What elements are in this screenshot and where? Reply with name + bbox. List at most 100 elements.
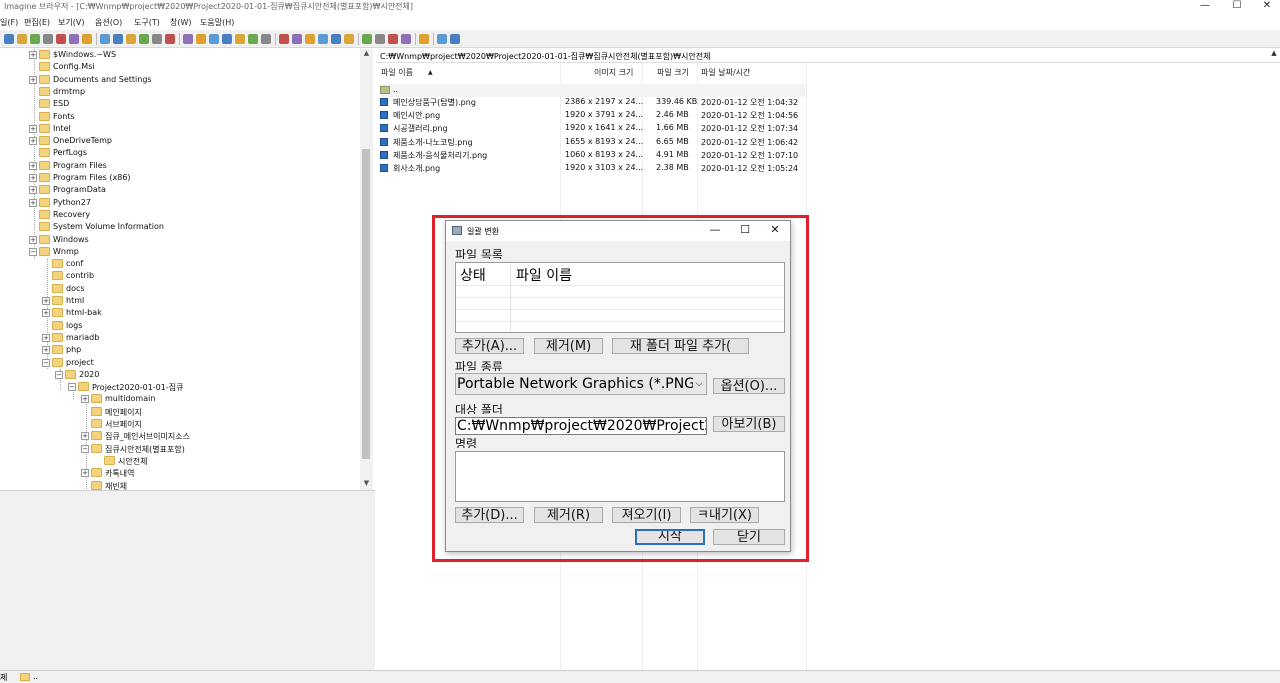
col-header-name[interactable]: 파일 이름: [381, 67, 413, 78]
batch-icon[interactable]: [388, 34, 398, 44]
small-icon[interactable]: [331, 34, 341, 44]
edit-icon[interactable]: [419, 34, 429, 44]
export-command-button[interactable]: ㅋ내기(X): [690, 507, 759, 523]
col-status[interactable]: 상태: [460, 265, 486, 285]
rotate-icon[interactable]: [209, 34, 219, 44]
expand-icon[interactable]: +: [29, 198, 37, 207]
menu-help[interactable]: 도움말(H): [200, 17, 234, 28]
expand-icon[interactable]: +: [29, 75, 37, 84]
details-icon[interactable]: [305, 34, 315, 44]
col-header-dims[interactable]: 이미지 크기: [594, 67, 633, 78]
file-row[interactable]: 메인시안.png 1920 x 3791 x 24... 2.46 MB 2020-0…: [380, 109, 805, 122]
file-row[interactable]: 시공갤러리.png 1920 x 1641 x 24... 1.66 MB 2020-…: [380, 122, 805, 135]
large-icon[interactable]: [318, 34, 328, 44]
view-icon[interactable]: [183, 34, 193, 44]
open-icon[interactable]: [17, 34, 27, 44]
dialog-maximize-button[interactable]: ☐: [732, 223, 758, 236]
file-row[interactable]: 회사소개.png 1920 x 3103 x 24... 2.38 MB 2020-0…: [380, 162, 805, 175]
col-header-date[interactable]: 파일 날짜/시간: [701, 67, 750, 78]
scroll-up-arrow-icon[interactable]: ▲: [360, 49, 373, 57]
tree-scrollbar[interactable]: ▲ ▼: [360, 49, 373, 490]
new-folder-icon[interactable]: [82, 34, 92, 44]
list-icon[interactable]: [235, 34, 245, 44]
collapse-icon[interactable]: −: [81, 444, 89, 453]
expand-icon[interactable]: +: [29, 124, 37, 133]
folder-icon[interactable]: [4, 34, 14, 44]
print-icon[interactable]: [43, 34, 53, 44]
expand-icon[interactable]: +: [42, 309, 50, 318]
file-row[interactable]: 제품소개-나노코팅.png 1655 x 8193 x 24... 6.65 MB 2…: [380, 136, 805, 149]
thumbs-icon[interactable]: [196, 34, 206, 44]
refresh-icon[interactable]: [292, 34, 302, 44]
batch-file-list[interactable]: 상태 파일 이름: [455, 262, 785, 333]
menu-options[interactable]: 옵션(O): [95, 17, 122, 28]
scissors-icon[interactable]: [139, 34, 149, 44]
add-folder-files-button[interactable]: 재 폴더 파일 추가(: [612, 338, 749, 354]
slideshow-icon[interactable]: [69, 34, 79, 44]
expand-icon[interactable]: +: [29, 235, 37, 244]
file-type-select[interactable]: Portable Network Graphics (*.PNG) ⌵: [455, 373, 707, 395]
maximize-button[interactable]: ☐: [1222, 0, 1252, 12]
settings-icon[interactable]: [437, 34, 447, 44]
expand-icon[interactable]: +: [81, 432, 89, 441]
dialog-close-button[interactable]: ✕: [762, 223, 788, 236]
info-icon[interactable]: [56, 34, 66, 44]
minimize-button[interactable]: —: [1190, 0, 1220, 12]
copy2-icon[interactable]: [152, 34, 162, 44]
menu-edit[interactable]: 편집(E): [24, 17, 50, 28]
start-button[interactable]: 시작: [635, 529, 705, 545]
cut-icon[interactable]: [100, 34, 110, 44]
target-folder-input[interactable]: C:₩Wnmp₩project₩2020₩Project2020: [455, 417, 707, 435]
filter-icon[interactable]: [222, 34, 232, 44]
tile-icon[interactable]: [344, 34, 354, 44]
scroll-thumb[interactable]: [362, 149, 370, 459]
menu-window[interactable]: 창(W): [170, 17, 192, 28]
dialog-minimize-button[interactable]: —: [702, 223, 728, 236]
expand-icon[interactable]: +: [42, 297, 50, 305]
browse-button[interactable]: 아보기(B): [713, 416, 785, 432]
add-files-button[interactable]: 추가(A)...: [455, 338, 524, 354]
tools-icon[interactable]: [401, 34, 411, 44]
command-list[interactable]: [455, 451, 785, 502]
grid-icon[interactable]: [248, 34, 258, 44]
file-row[interactable]: 제품소개-음식물처리기.png 1060 x 8193 x 24... 4.91 M…: [380, 149, 805, 162]
path-bar[interactable]: C:₩Wnmp₩project₩2020₩Project2020-01-01-집…: [376, 49, 1280, 63]
scroll-up-arrow-icon[interactable]: ▲: [1268, 49, 1280, 63]
expand-icon[interactable]: +: [29, 186, 37, 195]
expand-icon[interactable]: +: [29, 174, 37, 182]
scroll-down-arrow-icon[interactable]: ▼: [360, 479, 373, 487]
file-row[interactable]: 메인상담품구(탑별).png 2386 x 2197 x 24... 339.46 …: [380, 96, 805, 109]
remove-file-button[interactable]: 제거(M): [534, 338, 603, 354]
remove-command-button[interactable]: 제거(R): [534, 507, 603, 523]
zoom-icon[interactable]: [279, 34, 289, 44]
menu-tools[interactable]: 도구(T): [134, 17, 160, 28]
col-filename[interactable]: 파일 이름: [516, 265, 572, 285]
collapse-icon[interactable]: −: [55, 370, 63, 379]
collapse-icon[interactable]: −: [42, 358, 50, 367]
trash-icon[interactable]: [126, 34, 136, 44]
expand-icon[interactable]: +: [81, 395, 89, 404]
copy-icon[interactable]: [30, 34, 40, 44]
collapse-icon[interactable]: −: [68, 383, 76, 392]
load-command-button[interactable]: 져오기(I): [612, 507, 681, 523]
col-header-size[interactable]: 파일 크기: [657, 67, 689, 78]
collapse-icon[interactable]: −: [29, 247, 37, 256]
expand-icon[interactable]: +: [29, 137, 37, 146]
close-dialog-button[interactable]: 닫기: [713, 529, 785, 545]
options-button[interactable]: 옵션(O)...: [713, 378, 785, 394]
image-icon[interactable]: [261, 34, 271, 44]
paste-icon[interactable]: [165, 34, 175, 44]
expand-icon[interactable]: +: [29, 51, 37, 59]
menu-view[interactable]: 보기(V): [58, 17, 84, 28]
menu-file[interactable]: 일(F): [0, 17, 18, 28]
expand-icon[interactable]: +: [29, 161, 37, 170]
convert-icon[interactable]: [375, 34, 385, 44]
close-button[interactable]: ✕: [1252, 0, 1280, 12]
expand-icon[interactable]: +: [81, 469, 89, 478]
delete-icon[interactable]: [113, 34, 123, 44]
add-command-button[interactable]: 추가(D)...: [455, 507, 524, 523]
expand-icon[interactable]: +: [42, 346, 50, 355]
wrench-icon[interactable]: [362, 34, 372, 44]
expand-icon[interactable]: +: [42, 333, 50, 342]
help-icon[interactable]: [450, 34, 460, 44]
